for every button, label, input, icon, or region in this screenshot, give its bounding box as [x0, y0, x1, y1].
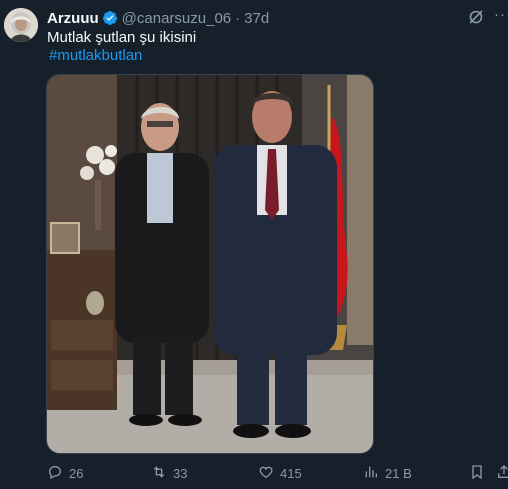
verified-badge-icon — [102, 10, 118, 26]
views-icon — [363, 464, 379, 483]
more-icon[interactable]: ··· — [494, 7, 508, 24]
post-header: Arzuuu @canarsuzu_06 · 37d — [47, 8, 508, 28]
grok-icon[interactable] — [468, 9, 484, 25]
author-handle[interactable]: @canarsuzu_06 — [122, 10, 231, 27]
share-icon — [496, 464, 508, 483]
reply-count: 26 — [69, 465, 84, 481]
views-count: 21 B — [385, 465, 412, 481]
separator-dot: · — [235, 9, 241, 27]
repost-button[interactable]: 33 — [151, 464, 187, 483]
like-count: 415 — [280, 465, 302, 481]
bookmark-icon — [469, 464, 485, 483]
repost-icon — [151, 464, 167, 483]
reply-button[interactable]: 26 — [47, 464, 83, 483]
timestamp[interactable]: 37d — [244, 10, 269, 27]
like-icon — [258, 464, 274, 483]
avatar[interactable] — [4, 8, 38, 42]
like-button[interactable]: 415 — [258, 464, 302, 483]
author-name[interactable]: Arzuuu — [47, 10, 99, 27]
bookmark-button[interactable] — [469, 464, 485, 483]
repost-count: 33 — [173, 465, 188, 481]
hashtag-link[interactable]: #mutlakbutlan — [49, 47, 142, 64]
post-photo[interactable] — [46, 74, 374, 454]
views-button[interactable]: 21 B — [363, 464, 412, 483]
reply-icon — [47, 464, 63, 483]
share-button[interactable] — [496, 464, 508, 483]
post[interactable]: Arzuuu @canarsuzu_06 · 37d ··· Mutlak şu… — [0, 0, 508, 489]
action-bar: 26 33 415 21 B — [47, 463, 508, 483]
post-text: Mutlak şutlan şu ikisini — [47, 29, 197, 46]
